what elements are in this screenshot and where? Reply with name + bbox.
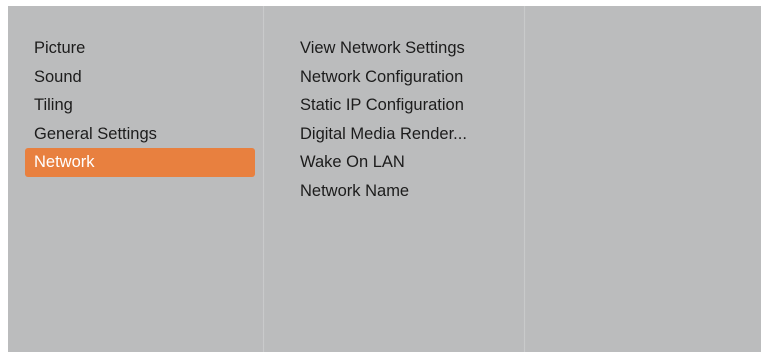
- main-menu-item-picture[interactable]: Picture: [25, 34, 255, 63]
- sub-menu-item-network-name[interactable]: Network Name: [265, 177, 523, 206]
- main-menu-item-general-settings[interactable]: General Settings: [25, 120, 255, 149]
- main-menu-item-sound[interactable]: Sound: [25, 63, 255, 92]
- sub-menu-item-static-ip-configuration[interactable]: Static IP Configuration: [265, 91, 523, 120]
- sub-menu-item-wake-on-lan[interactable]: Wake On LAN: [265, 148, 523, 177]
- sub-menu-item-digital-media-render[interactable]: Digital Media Render...: [265, 120, 523, 149]
- sub-menu-column: View Network Settings Network Configurat…: [265, 6, 523, 352]
- main-menu-item-network[interactable]: Network: [25, 148, 255, 177]
- detail-column: [526, 6, 761, 352]
- sub-menu-item-view-network-settings[interactable]: View Network Settings: [265, 34, 523, 63]
- sub-menu-item-network-configuration[interactable]: Network Configuration: [265, 63, 523, 92]
- main-menu-column: Picture Sound Tiling General Settings Ne…: [8, 6, 262, 352]
- osd-menu-panel: Picture Sound Tiling General Settings Ne…: [8, 6, 761, 352]
- main-menu-item-tiling[interactable]: Tiling: [25, 91, 255, 120]
